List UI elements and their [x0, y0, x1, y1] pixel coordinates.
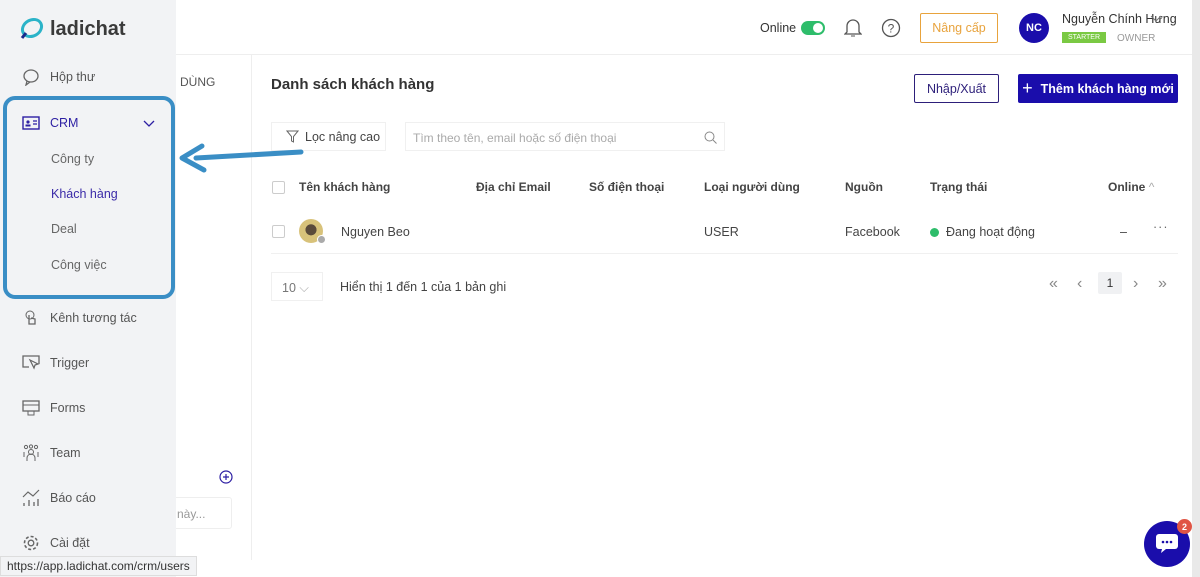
sidebar-item-forms[interactable]: Forms	[22, 399, 85, 417]
chevron-down-icon: ⌵	[299, 281, 309, 295]
status-bar-url: https://app.ladichat.com/crm/users	[0, 556, 197, 576]
add-circle-icon[interactable]	[219, 470, 233, 484]
customer-name[interactable]: Nguyen Beo	[341, 225, 410, 239]
page-title: Danh sách khách hàng	[271, 76, 435, 93]
page-1-button[interactable]: 1	[1098, 272, 1122, 294]
secondary-panel: DÙNG này...	[166, 55, 252, 560]
customer-status: Đang hoạt động	[930, 225, 1035, 239]
sidebar-item-inbox[interactable]: Hộp thư	[22, 68, 95, 86]
scrollbar[interactable]	[1192, 0, 1200, 577]
customer-online: –	[1120, 225, 1127, 239]
role-label: OWNER	[1117, 33, 1156, 44]
column-email[interactable]: Địa chỉ Email	[476, 180, 551, 194]
online-label: Online	[760, 21, 797, 35]
svg-text:?: ?	[888, 22, 895, 36]
annotation-arrow-icon	[179, 143, 304, 173]
plan-badge: STARTER	[1062, 32, 1107, 43]
customer-type: USER	[704, 225, 739, 239]
add-customer-button[interactable]: + Thêm khách hàng mới	[1018, 74, 1178, 103]
more-actions-icon[interactable]: ···	[1153, 220, 1169, 234]
sidebar-item-channels[interactable]: Kênh tương tác	[22, 309, 137, 327]
bell-icon[interactable]	[844, 18, 862, 38]
prev-page-icon[interactable]: ‹	[1077, 275, 1082, 293]
notification-badge: 2	[1177, 519, 1192, 534]
column-source[interactable]: Nguồn	[845, 180, 883, 194]
customer-source: Facebook	[845, 225, 900, 239]
first-page-icon[interactable]: «	[1049, 275, 1058, 293]
column-name[interactable]: Tên khách hàng	[299, 180, 390, 194]
sidebar-item-trigger[interactable]: Trigger	[22, 354, 89, 372]
import-export-button[interactable]: Nhập/Xuất	[914, 74, 999, 103]
upgrade-button[interactable]: Nâng cấp	[920, 13, 998, 43]
next-page-icon[interactable]: ›	[1133, 275, 1138, 293]
touch-icon	[25, 310, 36, 325]
top-header: Online ? Nâng cấp NC Nguyễn Chính Hưng S…	[176, 0, 1192, 55]
search-icon[interactable]	[704, 131, 717, 144]
chat-bubble-icon	[23, 69, 39, 86]
column-online[interactable]: Online ^	[1108, 180, 1154, 194]
customer-avatar	[299, 219, 326, 244]
last-page-icon[interactable]: »	[1158, 275, 1167, 293]
logo[interactable]: ladichat	[18, 16, 126, 42]
panel-heading: DÙNG	[180, 75, 216, 89]
chart-icon	[22, 489, 40, 506]
annotation-highlight-box	[3, 96, 175, 299]
page-size-select[interactable]: 10 ⌵	[271, 272, 323, 301]
sidebar-item-reports[interactable]: Báo cáo	[22, 489, 96, 507]
sidebar-item-team[interactable]: Team	[22, 444, 81, 462]
team-icon	[23, 444, 39, 461]
online-toggle[interactable]	[801, 21, 825, 35]
row-checkbox[interactable]	[272, 225, 285, 238]
gear-icon	[23, 535, 39, 551]
offline-dot	[317, 235, 326, 244]
status-dot	[930, 227, 939, 237]
sidebar-item-settings[interactable]: Cài đặt	[22, 534, 90, 552]
ladichat-logo-icon	[20, 17, 44, 39]
help-icon[interactable]: ?	[881, 18, 901, 38]
column-user-type[interactable]: Loại người dùng	[704, 180, 800, 194]
avatar[interactable]: NC	[1019, 13, 1049, 43]
chat-widget-button[interactable]: 2	[1144, 519, 1192, 567]
select-all-checkbox[interactable]	[272, 181, 285, 194]
column-phone[interactable]: Số điện thoại	[589, 180, 664, 194]
sort-up-icon[interactable]: ^	[1149, 180, 1155, 194]
chat-bubble-icon	[1156, 534, 1178, 553]
column-status[interactable]: Trạng thái	[930, 180, 987, 194]
cursor-screen-icon	[22, 355, 40, 370]
chevron-down-icon[interactable]	[1150, 14, 1162, 24]
pagination-summary: Hiển thị 1 đến 1 của 1 bản ghi	[340, 280, 507, 294]
plus-icon: +	[1022, 78, 1033, 98]
search-input[interactable]: Tìm theo tên, email hoặc số điện thoại	[405, 122, 725, 151]
form-icon	[22, 400, 40, 416]
